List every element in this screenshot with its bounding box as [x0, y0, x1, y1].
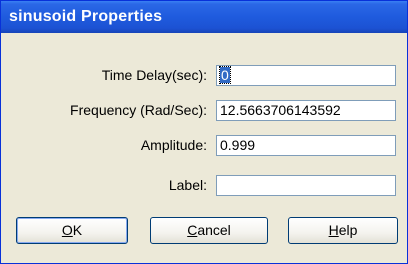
- dialog-body: Time Delay(sec): 0 Frequency (Rad/Sec): …: [4, 33, 404, 260]
- label-label: Label:: [168, 177, 207, 193]
- label-input[interactable]: [216, 175, 396, 196]
- frequency-input[interactable]: 12.5663706143592: [216, 100, 396, 121]
- time-delay-label: Time Delay(sec):: [101, 67, 207, 83]
- properties-dialog: sinusoid Properties Time Delay(sec): 0 F…: [0, 0, 408, 264]
- title-bar[interactable]: sinusoid Properties: [1, 1, 407, 33]
- cancel-label-rest: ancel: [197, 222, 231, 238]
- time-delay-value: 0: [219, 66, 231, 84]
- amplitude-value: 0.999: [220, 137, 256, 153]
- ok-mnemonic: O: [61, 222, 73, 238]
- amplitude-input[interactable]: 0.999: [216, 135, 396, 156]
- time-delay-input[interactable]: 0: [216, 65, 396, 86]
- ok-label-rest: K: [72, 222, 83, 238]
- help-button[interactable]: Help: [288, 217, 398, 244]
- window-title: sinusoid Properties: [9, 8, 163, 25]
- frequency-value: 12.5663706143592: [220, 102, 341, 118]
- ok-button[interactable]: OK: [16, 217, 128, 244]
- help-mnemonic: H: [328, 222, 339, 238]
- cancel-mnemonic: C: [187, 222, 198, 238]
- help-label-rest: elp: [338, 222, 358, 238]
- amplitude-label: Amplitude:: [140, 137, 207, 153]
- frequency-label: Frequency (Rad/Sec):: [70, 102, 207, 118]
- cancel-button[interactable]: Cancel: [150, 217, 268, 244]
